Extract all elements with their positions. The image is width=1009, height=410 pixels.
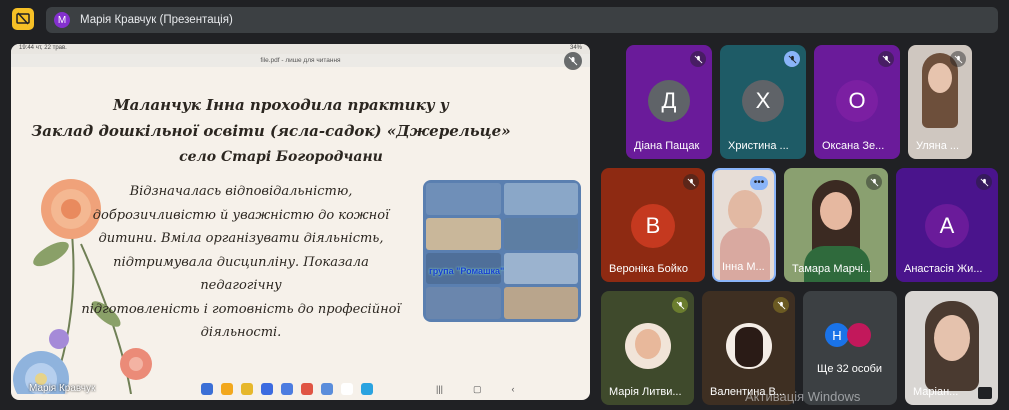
mic-off-icon <box>773 297 789 313</box>
participant-tile[interactable]: А Анастасія Жи... <box>896 168 998 282</box>
app-icon <box>221 383 233 395</box>
slide-body-line: Відзначалась відповідальністю, <box>129 184 353 199</box>
participant-name: Маріан... <box>913 386 959 398</box>
back-icon: ‹ <box>511 384 515 394</box>
participant-tile[interactable]: О Оксана Зе... <box>814 45 900 159</box>
more-options-icon[interactable]: ••• <box>750 176 768 190</box>
presenter-avatar: М <box>54 12 70 28</box>
telegram-icon <box>361 383 373 395</box>
app-icon <box>321 383 333 395</box>
participant-face <box>735 327 763 367</box>
top-bar: М Марія Кравчук (Презентація) <box>0 0 1009 38</box>
participant-tile[interactable]: Д Діана Пащак <box>626 45 712 159</box>
app-icon <box>261 383 273 395</box>
slide-body-line: діяльності. <box>200 325 282 340</box>
participant-tile[interactable]: Валентина В... <box>702 291 795 405</box>
present-stop-icon[interactable] <box>12 8 34 30</box>
gmail-icon <box>341 383 353 395</box>
participant-tile[interactable]: Маріан... <box>905 291 998 405</box>
participant-name: Марія Литви... <box>609 386 682 398</box>
app-icon <box>201 383 213 395</box>
participant-tile[interactable]: Марія Литви... <box>601 291 694 405</box>
mic-off-icon <box>683 174 699 190</box>
presentation-stage: 19:44 чт, 22 трав. 34% file.pdf - лише д… <box>11 44 590 400</box>
presentation-title: Марія Кравчук (Презентація) <box>80 14 233 26</box>
recent-apps-icon: ||| <box>436 384 444 394</box>
participant-avatar: Д <box>648 80 690 122</box>
mic-off-icon[interactable] <box>564 52 582 70</box>
slide-body-line: підготовленість і готовність до професій… <box>81 301 401 317</box>
participant-tile[interactable]: Тамара Марчі... <box>784 168 888 282</box>
slide-heading-line1: Маланчук Інна проходила практику у <box>113 96 449 114</box>
participant-name: Інна М... <box>722 261 765 273</box>
device-dock <box>201 383 373 395</box>
app-icon <box>281 383 293 395</box>
app-icon <box>301 383 313 395</box>
participant-tile[interactable]: В Вероніка Бойко <box>601 168 705 282</box>
participant-tile[interactable]: ••• Інна М... <box>712 168 776 282</box>
collage-photo <box>503 287 578 319</box>
participant-avatar: О <box>836 80 878 122</box>
more-participants-tile[interactable]: Н Ще 32 особи <box>803 291 897 405</box>
slide-body-line: підтримувала дисципліну. Показала педаго… <box>113 254 369 294</box>
collage-photo <box>426 217 501 250</box>
presentation-indicator[interactable]: М Марія Кравчук (Презентація) <box>46 7 998 33</box>
participant-tile[interactable]: Х Христина ... <box>720 45 806 159</box>
mic-off-icon <box>690 51 706 67</box>
device-status-bar: 19:44 чт, 22 трав. 34% <box>11 44 590 54</box>
collage-photo <box>503 252 578 285</box>
participant-face <box>934 315 970 361</box>
mic-off-icon <box>950 51 966 67</box>
participant-avatar: В <box>631 204 675 248</box>
slide-body-line: доброзичливістю й уважністю до кожної <box>92 207 390 223</box>
slide-body-text: Відзначалась відповідальністю, доброзичл… <box>76 180 406 345</box>
pdf-title-bar: file.pdf - лише для читання <box>11 54 590 67</box>
speaking-icon <box>784 51 800 67</box>
participant-tile[interactable]: Уляна ... <box>908 45 972 159</box>
participant-avatar: А <box>925 204 969 248</box>
pip-icon[interactable] <box>978 387 992 399</box>
participant-name: Христина ... <box>728 140 789 152</box>
collage-photo <box>503 183 578 215</box>
participant-face <box>928 63 952 93</box>
mic-off-icon <box>866 174 882 190</box>
mic-off-icon <box>878 51 894 67</box>
participant-name: Діана Пащак <box>634 140 700 152</box>
participant-avatar-photo <box>847 323 871 347</box>
participant-name: Оксана Зе... <box>822 140 885 152</box>
participant-name: Вероніка Бойко <box>609 263 688 275</box>
participant-avatar: Н <box>825 323 849 347</box>
presenter-name-label: Марія Кравчук <box>29 383 96 394</box>
slide-body-line: дитини. Вміла організувати діяльність, <box>98 231 384 246</box>
collage-photo <box>426 183 501 215</box>
participant-name: Анастасія Жи... <box>904 263 983 275</box>
more-participants-label: Ще 32 особи <box>817 363 883 375</box>
mic-off-icon <box>672 297 688 313</box>
participant-face <box>820 192 852 230</box>
device-navigation-bar: ||| ▢ ‹ <box>436 384 515 395</box>
photo-group-label: група "Ромашка" <box>429 266 505 276</box>
participant-face <box>728 190 762 230</box>
slide-heading-line3: село Старі Богородчани <box>179 149 383 165</box>
participant-avatar: Х <box>742 80 784 122</box>
home-icon: ▢ <box>473 384 482 394</box>
participant-name: Тамара Марчі... <box>792 263 872 275</box>
mic-off-icon <box>976 174 992 190</box>
app-icon <box>241 383 253 395</box>
collage-photo <box>503 217 578 250</box>
windows-activation-watermark: Активація Windows <box>745 389 861 404</box>
participant-name: Уляна ... <box>916 140 960 152</box>
status-date: чт, 22 трав. <box>35 45 67 51</box>
participant-face <box>635 329 661 359</box>
photo-collage <box>423 180 581 322</box>
collage-photo <box>426 287 501 319</box>
slide-heading-line2: Заклад дошкільної освіти (ясла-садок) «Д… <box>31 122 511 140</box>
status-time: 19:44 <box>19 45 35 51</box>
